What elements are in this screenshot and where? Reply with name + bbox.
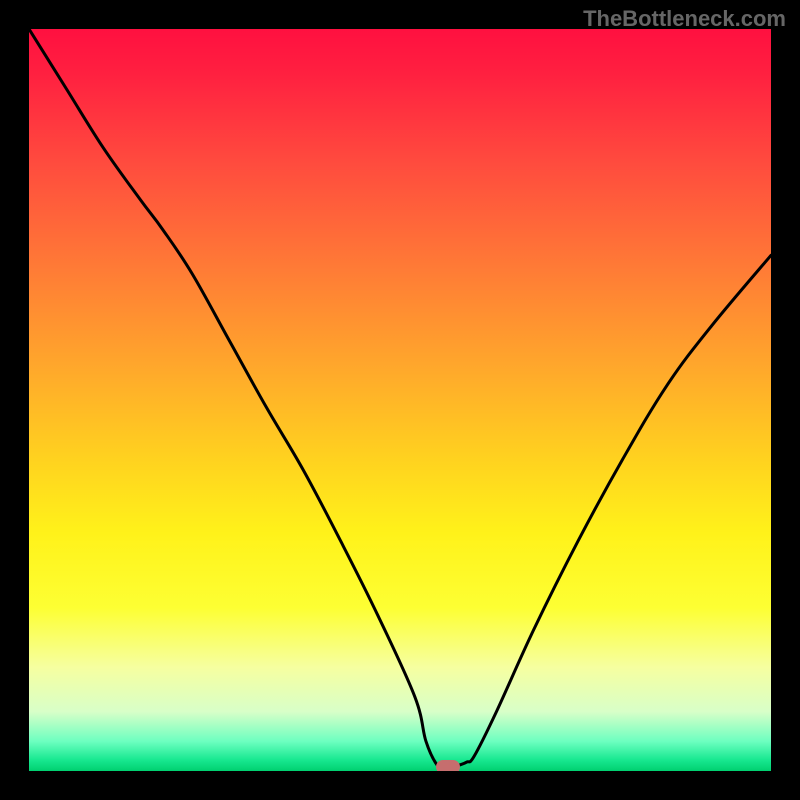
curve-layer xyxy=(29,29,771,771)
chart-container: TheBottleneck.com xyxy=(0,0,800,800)
plot-area xyxy=(29,29,771,771)
watermark-text: TheBottleneck.com xyxy=(583,6,786,32)
bottleneck-curve xyxy=(29,29,771,768)
optimal-marker xyxy=(436,760,460,771)
